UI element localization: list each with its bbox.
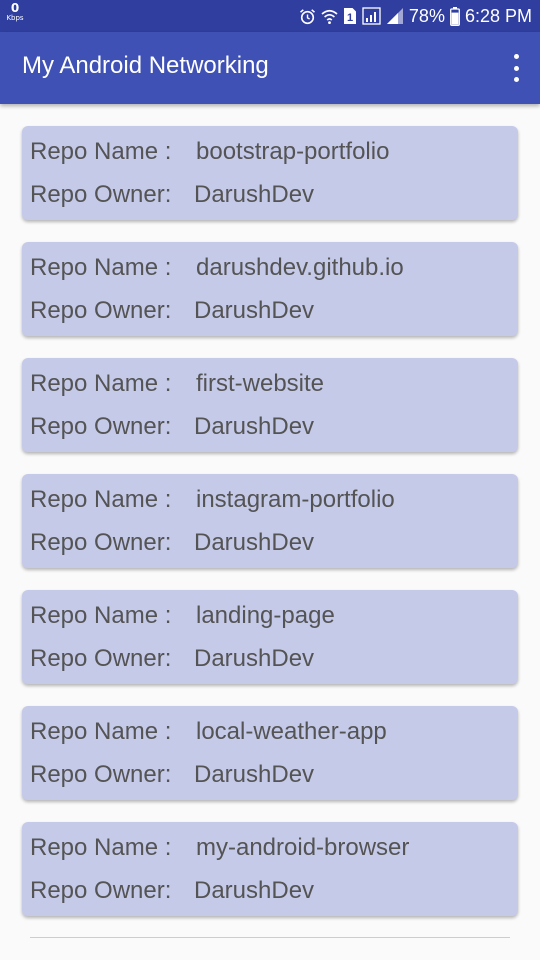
status-icons: 1 78% 6:28 PM [299,0,532,32]
more-vert-icon[interactable] [508,54,524,82]
repo-owner-value: DarushDev [194,645,315,672]
repo-name-value: local-weather-app [196,718,387,745]
repo-owner-label: Repo Owner: [30,297,172,324]
repo-owner-label: Repo Owner: [30,877,172,904]
repo-owner-label: Repo Owner: [30,529,172,556]
repo-owner-row: Repo Owner: DarushDev [30,297,314,325]
repo-owner-row: Repo Owner: DarushDev [30,761,314,789]
battery-icon [450,6,460,26]
signal-icon-2 [386,7,404,25]
alarm-icon [299,8,316,25]
repo-owner-label: Repo Owner: [30,761,172,788]
repo-card[interactable]: Repo Name : instagram-portfolio Repo Owne… [22,474,518,568]
repo-name-label: Repo Name : [30,834,172,861]
repo-name-row: Repo Name : first-website [30,370,324,398]
repo-owner-label: Repo Owner: [30,645,172,672]
overflow-dot [513,77,519,82]
repo-card[interactable]: Repo Name : darushdev.github.io Repo Owne… [22,242,518,336]
overflow-dot [513,54,519,59]
repo-owner-row: Repo Owner: DarushDev [30,529,314,557]
repo-owner-row: Repo Owner: DarushDev [30,877,314,905]
next-card-edge [30,937,510,938]
repo-card[interactable]: Repo Name : first-website Repo Owner: Daru… [22,358,518,452]
clock: 6:28 PM [464,5,532,26]
repo-name-value: instagram-portfolio [196,486,395,513]
app-title: My Android Networking [22,52,269,79]
overflow-dot [513,65,519,71]
signal-icon [362,7,381,25]
repo-owner-value: DarushDev [194,413,315,440]
repo-name-value: darushdev.github.io [196,254,404,281]
repo-name-value: my-android-browser [196,834,410,861]
repo-name-row: Repo Name : local-weather-app [30,718,387,746]
repo-name-label: Repo Name : [30,254,172,281]
battery-percent: 78% [408,5,445,26]
repo-name-value: first-website [196,370,325,397]
repo-owner-row: Repo Owner: DarushDev [30,181,314,209]
repo-name-row: Repo Name : bootstrap-portfolio [30,138,389,166]
repo-name-value: landing-page [196,602,335,629]
app-bar: My Android Networking [0,32,540,104]
network-speed-value: 0 [10,1,20,15]
repo-owner-value: DarushDev [194,181,315,208]
wifi-icon [321,8,338,25]
sim-icon: 1 [343,7,357,25]
repo-card[interactable]: Repo Name : bootstrap-portfolio Repo Owne… [22,126,518,220]
repo-card[interactable]: Repo Name : landing-page Repo Owner: Darus… [22,590,518,684]
repo-name-label: Repo Name : [30,486,172,513]
repo-owner-value: DarushDev [194,761,315,788]
repo-name-value: bootstrap-portfolio [196,138,390,165]
repo-list[interactable]: Repo Name : bootstrap-portfolio Repo Owne… [0,104,540,960]
repo-owner-row: Repo Owner: DarushDev [30,413,314,441]
repo-name-label: Repo Name : [30,602,172,629]
repo-card[interactable]: Repo Name : my-android-browser Repo Owner… [22,822,518,916]
repo-name-label: Repo Name : [30,138,172,165]
repo-card[interactable]: Repo Name : local-weather-app Repo Owner:… [22,706,518,800]
svg-text:1: 1 [347,12,353,24]
network-speed-unit: Kbps [6,14,24,22]
repo-name-row: Repo Name : my-android-browser [30,834,409,862]
repo-owner-label: Repo Owner: [30,181,172,208]
repo-name-row: Repo Name : instagram-portfolio [30,486,395,514]
repo-name-label: Repo Name : [30,370,172,397]
repo-owner-value: DarushDev [194,877,315,904]
repo-owner-row: Repo Owner: DarushDev [30,645,314,673]
repo-owner-value: DarushDev [194,297,315,324]
repo-name-label: Repo Name : [30,718,172,745]
repo-owner-label: Repo Owner: [30,413,172,440]
network-speed: 0 Kbps [6,1,24,23]
repo-owner-value: DarushDev [194,529,315,556]
repo-name-row: Repo Name : darushdev.github.io [30,254,404,282]
repo-name-row: Repo Name : landing-page [30,602,335,630]
status-bar: 0 Kbps 1 78% 6:28 PM [0,0,540,32]
